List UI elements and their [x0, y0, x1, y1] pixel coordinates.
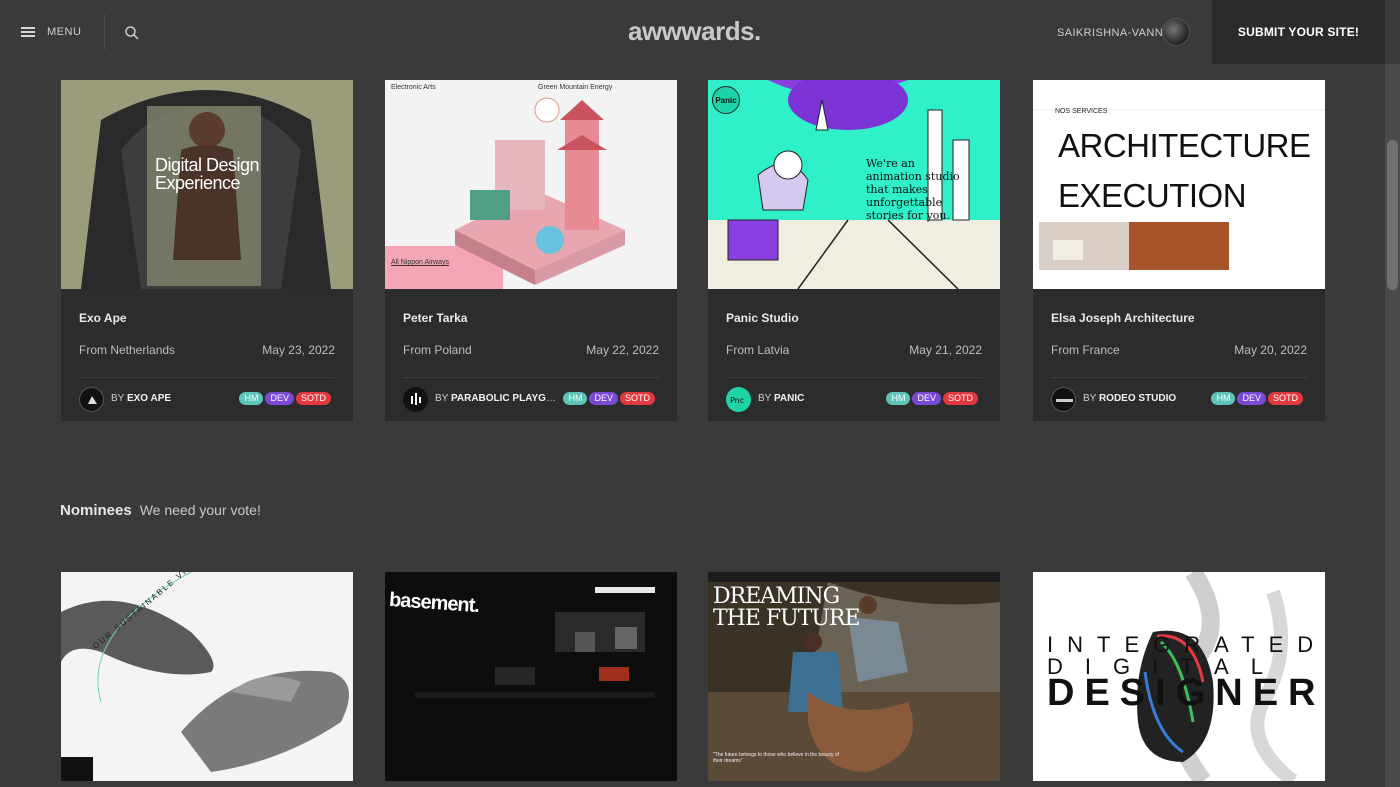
nominee-thumbnail[interactable]: DREAMING THE FUTURE "The future belongs … [708, 572, 1000, 781]
tag-dev: DEV [1237, 392, 1266, 405]
search-icon[interactable] [124, 25, 140, 41]
nominees-subtitle: We need your vote! [139, 502, 261, 518]
site-card[interactable]: Panic We're an animation studio that mak… [708, 80, 1000, 421]
nominees-heading: Nominees We need your vote! [60, 502, 261, 519]
nominee-thumbnail[interactable]: basement. [385, 572, 677, 781]
site-date: May 23, 2022 [262, 343, 335, 357]
site-thumbnail[interactable]: Digital Design Experience [61, 80, 353, 289]
site-country: From Netherlands [79, 343, 176, 357]
card-divider [403, 377, 659, 378]
awwwards-logo[interactable]: awwwards. [628, 16, 761, 47]
thumbnail-heading: We're an animation studio that makes unf… [866, 157, 960, 222]
tag-sotd: SOTD [942, 392, 978, 405]
author-name: RODEO STUDIO [1098, 393, 1177, 404]
tag-dev: DEV [912, 392, 941, 405]
site-card[interactable]: Digital Design Experience Exo Ape From N… [61, 80, 353, 421]
author-link[interactable]: BY RODEO STUDIO [1083, 393, 1176, 404]
award-tags: HM DEV SOTD [563, 392, 655, 405]
card-divider [79, 377, 335, 378]
author-avatar[interactable] [79, 387, 104, 412]
tag-sotd: SOTD [1267, 392, 1303, 405]
thumbnail-heading: ARCHITECTURE [1058, 127, 1311, 164]
thumbnail-client-label: All Nippon Airways [391, 259, 449, 266]
by-prefix: BY [435, 393, 449, 404]
author-name: EXO APE [126, 393, 172, 404]
nominee-heading-line: THE FUTURE [713, 606, 861, 631]
user-avatar[interactable] [1162, 18, 1190, 46]
author-name: PARABOLIC PLAYGR... [450, 393, 560, 404]
site-country: From France [1051, 343, 1120, 357]
author-avatar[interactable] [1051, 387, 1076, 412]
thumbnail-heading: EXECUTION [1058, 177, 1247, 214]
menu-label: MENU [47, 26, 82, 38]
by-prefix: BY [1083, 393, 1097, 404]
tag-dev: DEV [265, 392, 294, 405]
nominee-thumbnail[interactable]: OUR SUSTAINABLE VISION [61, 572, 353, 781]
nominee-heading-line: DREAMING [713, 584, 840, 609]
by-prefix: BY [111, 393, 125, 404]
nominee-heading: DREAMING THE FUTURE [713, 584, 861, 631]
site-date: May 20, 2022 [1234, 343, 1307, 357]
nominee-heading-line: DESIGNER [1047, 672, 1325, 714]
site-title[interactable]: Elsa Joseph Architecture [1051, 311, 1195, 325]
hamburger-icon [21, 27, 35, 37]
thumbnail-heading: Digital Design Experience [155, 155, 260, 193]
site-country: From Poland [403, 343, 472, 357]
author-link[interactable]: BY PARABOLIC PLAYGR... [435, 393, 560, 404]
award-tags: HM DEV SOTD [1211, 392, 1303, 405]
author-avatar[interactable]: Pnc [726, 387, 751, 412]
site-card[interactable]: NOS SERVICES ARCHITECTURE EXECUTION Elsa… [1033, 80, 1325, 421]
site-card[interactable]: Electronic Arts Green Mountain Energy Al… [385, 80, 677, 421]
thumbnail-logo: Panic [712, 86, 740, 114]
author-link[interactable]: BY EXO APE [111, 393, 171, 404]
card-divider [1051, 377, 1307, 378]
site-title[interactable]: Exo Ape [79, 311, 127, 325]
site-thumbnail[interactable]: Panic We're an animation studio that mak… [708, 80, 1000, 289]
site-date: May 21, 2022 [909, 343, 982, 357]
tag-hm: HM [1211, 392, 1236, 405]
svg-text:Pnc: Pnc [730, 396, 744, 405]
site-thumbnail[interactable]: Electronic Arts Green Mountain Energy Al… [385, 80, 677, 289]
tag-dev: DEV [589, 392, 618, 405]
tag-hm: HM [239, 392, 264, 405]
site-country: From Latvia [726, 343, 790, 357]
author-name: PANIC [773, 393, 805, 404]
thumbnail-client-label: Electronic Arts [391, 84, 436, 91]
author-link[interactable]: BY PANIC [758, 393, 804, 404]
menu-button[interactable]: MENU [21, 20, 81, 44]
nominee-quote: "The future belongs to those who believe… [713, 752, 840, 764]
tag-sotd: SOTD [295, 392, 331, 405]
tag-sotd: SOTD [619, 392, 655, 405]
scrollbar-thumb[interactable] [1387, 140, 1398, 290]
thumbnail-client-label: Green Mountain Energy [538, 84, 613, 91]
tag-hm: HM [886, 392, 911, 405]
top-header: MENU awwwards. SAIKRISHNA-VANN SUBMIT YO… [0, 0, 1400, 64]
award-tags: HM DEV SOTD [886, 392, 978, 405]
by-prefix: BY [758, 393, 772, 404]
submit-site-button[interactable]: SUBMIT YOUR SITE! [1212, 0, 1385, 64]
nominee-thumbnail[interactable]: INTEGRATED DIGITAL DESIGNER [1033, 572, 1325, 781]
page-scrollbar[interactable] [1385, 0, 1400, 787]
tag-hm: HM [563, 392, 588, 405]
site-title[interactable]: Peter Tarka [403, 311, 467, 325]
award-tags: HM DEV SOTD [239, 392, 331, 405]
site-date: May 22, 2022 [586, 343, 659, 357]
site-title[interactable]: Panic Studio [726, 311, 799, 325]
username[interactable]: SAIKRISHNA-VANN [1057, 27, 1163, 39]
header-divider [104, 14, 105, 50]
thumbnail-small-label: NOS SERVICES [1055, 108, 1108, 115]
site-thumbnail[interactable]: NOS SERVICES ARCHITECTURE EXECUTION [1033, 80, 1325, 289]
author-avatar[interactable] [403, 387, 428, 412]
nominees-title: Nominees [60, 502, 132, 519]
card-divider [726, 377, 982, 378]
